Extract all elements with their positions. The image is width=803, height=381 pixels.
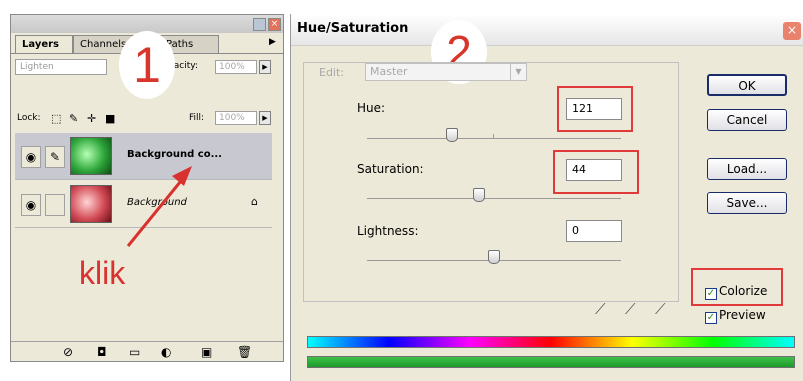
tab-label: Channels <box>80 39 127 50</box>
layer-row-background-copy[interactable]: ◉ ✎ Background co... <box>15 133 272 180</box>
color-spectrum-bar <box>307 336 795 348</box>
tab-label: Layers <box>22 39 59 50</box>
layer-thumbnail <box>70 137 112 175</box>
lock-brush-icon[interactable]: ✎ <box>69 112 78 125</box>
hue-slider-thumb[interactable] <box>446 128 459 142</box>
minimize-icon[interactable] <box>253 18 266 31</box>
tab-layers[interactable]: Layers <box>15 35 73 53</box>
edit-select-value: Master <box>370 65 408 78</box>
lock-transparency-icon[interactable]: ⬚ <box>51 112 61 125</box>
checkbox-check-icon: ✓ <box>705 288 717 300</box>
lightness-input[interactable]: 0 <box>566 220 622 242</box>
layer-name: Background co... <box>127 149 222 160</box>
saturation-slider-thumb[interactable] <box>472 188 485 202</box>
lock-move-icon[interactable]: ✛ <box>87 112 96 125</box>
eyedropper-plus-icon[interactable]: ⟋ <box>625 300 636 318</box>
layer-thumbnail <box>70 185 112 223</box>
new-layer-icon[interactable]: ▣ <box>201 345 212 359</box>
dialog-titlebar: Hue/Saturation × <box>291 14 803 46</box>
fill-field[interactable]: 100% <box>215 111 257 125</box>
opacity-arrow-icon[interactable]: ▶ <box>259 60 271 74</box>
edit-select[interactable]: Master ▼ <box>365 63 527 81</box>
preview-label: Preview <box>719 308 766 322</box>
brush-link-icon[interactable]: ✎ <box>45 146 65 168</box>
fill-arrow-icon[interactable]: ▶ <box>259 111 271 125</box>
close-icon[interactable]: × <box>268 18 281 31</box>
saturation-slider-track <box>367 198 621 199</box>
panel-bottom-toolbar: ⊘ ◘ ▭ ◐ ▣ 🗑 <box>11 341 283 361</box>
hue-saturation-dialog: Hue/Saturation × 2 Edit: Master ▼ Hue: 1… <box>290 14 803 381</box>
layer-style-icon[interactable]: ⊘ <box>63 345 73 359</box>
opacity-field[interactable]: 100% <box>215 60 257 74</box>
cancel-button[interactable]: Cancel <box>707 109 787 131</box>
save-button[interactable]: Save... <box>707 192 787 214</box>
annotation-klik: klik <box>79 255 126 291</box>
lightness-label: Lightness: <box>357 224 419 238</box>
load-button[interactable]: Load... <box>707 158 787 180</box>
hue-input[interactable]: 121 <box>566 98 622 120</box>
annotation-step-1: 1 <box>119 31 175 99</box>
layer-lock-icon: ⌂ <box>251 195 258 208</box>
trash-icon[interactable]: 🗑 <box>237 345 252 359</box>
colorize-checkbox[interactable]: ✓ Colorize <box>705 284 767 300</box>
lock-label: Lock: <box>17 113 41 123</box>
lightness-slider-thumb[interactable] <box>488 250 500 264</box>
checkbox-check-icon: ✓ <box>705 312 717 324</box>
adjustment-layer-icon[interactable]: ◐ <box>161 345 171 359</box>
hue-slider-track <box>367 138 621 139</box>
hue-label: Hue: <box>357 101 386 115</box>
saturation-input[interactable]: 44 <box>566 159 622 181</box>
layer-mask-icon[interactable]: ◘ <box>97 345 107 359</box>
dialog-title: Hue/Saturation <box>297 21 409 36</box>
edit-label: Edit: <box>319 66 345 79</box>
visibility-eye-icon[interactable]: ◉ <box>21 146 41 168</box>
ok-button[interactable]: OK <box>707 74 787 96</box>
blend-mode-select[interactable]: Lighten <box>15 59 107 75</box>
new-group-icon[interactable]: ▭ <box>129 345 140 359</box>
layers-panel: × Layers Channels Paths ▶ Lighten Opacit… <box>10 14 284 362</box>
adjusted-spectrum-bar <box>307 356 795 368</box>
fill-label: Fill: <box>189 113 205 123</box>
lock-all-icon[interactable]: ■ <box>105 112 115 125</box>
eyedropper-minus-icon[interactable]: ⟋ <box>655 300 666 318</box>
close-icon[interactable]: × <box>783 22 801 40</box>
visibility-eye-icon[interactable]: ◉ <box>21 194 41 216</box>
link-cell[interactable] <box>45 194 65 216</box>
layer-row-background[interactable]: ◉ Background ⌂ <box>15 181 272 228</box>
chevron-down-icon: ▼ <box>510 64 526 80</box>
preview-checkbox[interactable]: ✓ Preview <box>705 308 766 324</box>
panel-menu-icon[interactable]: ▶ <box>269 37 276 47</box>
eyedropper-icon[interactable]: ⟋ <box>595 300 606 318</box>
saturation-label: Saturation: <box>357 162 424 176</box>
slider-tick <box>493 134 494 138</box>
layer-name: Background <box>127 197 187 208</box>
colorize-label: Colorize <box>719 284 768 298</box>
